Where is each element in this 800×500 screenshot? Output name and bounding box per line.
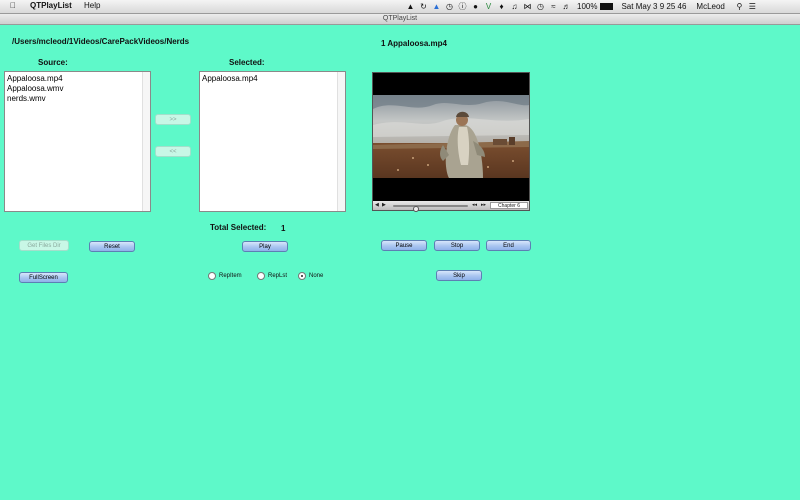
help-menu[interactable]: Help xyxy=(84,1,100,10)
volume-icon[interactable]: ◀ xyxy=(375,202,379,208)
bell-icon[interactable]: ♦ xyxy=(497,2,506,11)
play-button[interactable]: Play xyxy=(242,241,288,252)
list-item[interactable]: nerds.wmv xyxy=(7,94,63,104)
selected-list[interactable]: Appaloosa.mp4 xyxy=(199,71,346,212)
add-to-selected-button[interactable]: >> xyxy=(155,114,191,125)
total-selected-value: 1 xyxy=(281,224,286,233)
directory-path: /Users/mcleod/1Videos/CarePackVideos/Ner… xyxy=(12,37,190,46)
progress-track[interactable] xyxy=(393,205,468,212)
spotlight-icon[interactable]: ⚲ xyxy=(735,2,744,11)
chapter-selector[interactable]: Chapter 6 xyxy=(490,202,528,209)
get-files-dir-button[interactable]: Get Files Dir xyxy=(19,240,69,251)
radio-label: None xyxy=(309,273,324,279)
user-menu[interactable]: McLeod xyxy=(696,2,724,11)
radio-none[interactable]: None xyxy=(298,272,323,280)
selected-scrollbar[interactable] xyxy=(337,72,345,211)
list-item[interactable]: Appaloosa.mp4 xyxy=(7,74,63,84)
radio-replst[interactable]: RepLst xyxy=(257,272,287,280)
app-menu[interactable]: QTPlayList xyxy=(30,1,72,10)
notification-center-icon[interactable]: ☰ xyxy=(748,2,757,11)
vpn-icon[interactable]: V xyxy=(484,2,493,11)
total-selected-label: Total Selected: xyxy=(210,223,267,232)
play-icon[interactable]: ▶ xyxy=(382,202,386,208)
clock-icon[interactable]: ◷ xyxy=(536,2,545,11)
list-item[interactable]: Appaloosa.wmv xyxy=(7,84,63,94)
dropbox-icon[interactable]: ▲ xyxy=(406,2,415,11)
info-icon[interactable]: ⓘ xyxy=(458,2,467,11)
rewind-icon[interactable]: ◂◂ xyxy=(472,202,477,208)
end-button[interactable]: End xyxy=(486,240,531,251)
progress-thumb[interactable] xyxy=(413,206,419,212)
reset-button[interactable]: Reset xyxy=(89,241,135,252)
menu-bar:  QTPlayList Help ▲ ↻ ▲ ◷ ⓘ ● V ♦ ♫ ⋈ ◷ … xyxy=(0,0,800,14)
video-frame xyxy=(373,95,529,178)
radio-button-replst[interactable] xyxy=(257,272,265,280)
radio-button-none[interactable] xyxy=(298,272,306,280)
dot-icon[interactable]: ● xyxy=(471,2,480,11)
source-scrollbar[interactable] xyxy=(142,72,150,211)
apple-icon[interactable]:  xyxy=(10,1,16,10)
radio-label: RepItem xyxy=(219,273,242,279)
video-still-image xyxy=(373,95,529,178)
selected-label: Selected: xyxy=(229,58,265,67)
radio-repitem[interactable]: RepItem xyxy=(208,272,242,280)
player-controls: ◀ ▶ ◂◂ ▸▸ Chapter 6 xyxy=(373,201,529,212)
window-title: QTPlayList xyxy=(0,14,800,25)
time-machine-icon[interactable]: ◷ xyxy=(445,2,454,11)
source-label: Source: xyxy=(38,58,68,67)
radio-button-repitem[interactable] xyxy=(208,272,216,280)
remove-from-selected-button[interactable]: << xyxy=(155,146,191,157)
radio-label: RepLst xyxy=(268,273,288,279)
stop-button[interactable]: Stop xyxy=(434,240,480,251)
speaker-icon[interactable]: ♬ xyxy=(562,2,571,11)
volume-icon[interactable]: ♫ xyxy=(510,2,519,11)
battery-icon[interactable] xyxy=(600,3,614,10)
list-item[interactable]: Appaloosa.mp4 xyxy=(202,74,258,84)
menu-clock[interactable]: Sat May 3 9 25 46 xyxy=(621,2,686,11)
drive-icon[interactable]: ▲ xyxy=(432,2,441,11)
fast-forward-icon[interactable]: ▸▸ xyxy=(481,202,486,208)
fullscreen-button[interactable]: FullScreen xyxy=(19,272,68,283)
bluetooth-icon[interactable]: ⋈ xyxy=(523,2,532,11)
battery-percent: 100% xyxy=(577,2,598,11)
skip-button[interactable]: Skip xyxy=(436,270,482,281)
sync-icon[interactable]: ↻ xyxy=(419,2,428,11)
wifi-icon[interactable]: ≈ xyxy=(549,2,558,11)
video-player[interactable]: ◀ ▶ ◂◂ ▸▸ Chapter 6 xyxy=(372,72,530,212)
pause-button[interactable]: Pause xyxy=(381,240,427,251)
source-list[interactable]: Appaloosa.mp4 Appaloosa.wmv nerds.wmv xyxy=(4,71,151,212)
now-playing-label: 1 Appaloosa.mp4 xyxy=(381,39,447,48)
